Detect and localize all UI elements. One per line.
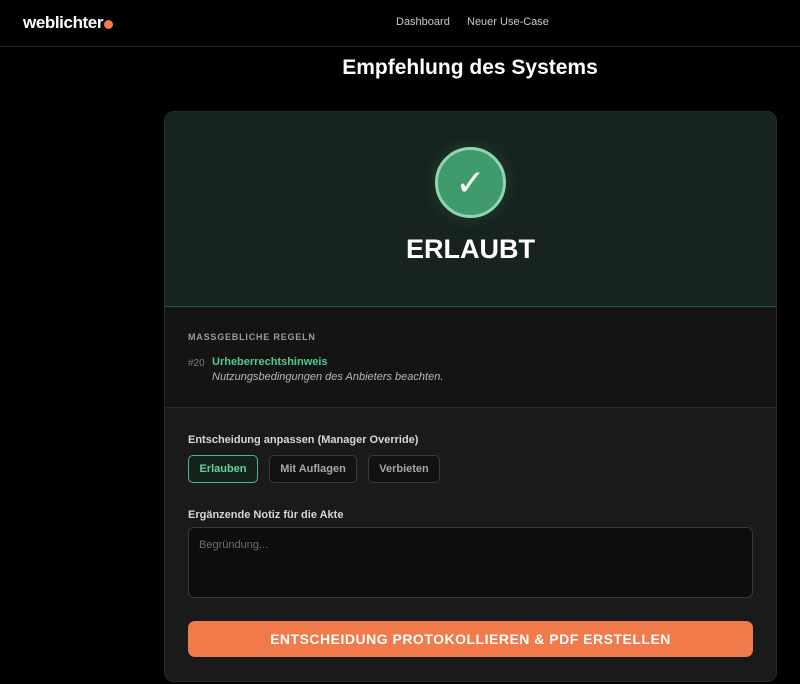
logo-text: weblichter — [23, 13, 104, 32]
logo[interactable]: weblichter — [23, 13, 114, 33]
top-bar: weblichter Dashboard Neuer Use-Case — [0, 0, 800, 47]
rules-section: MASSGEBLICHE REGELN #20 Urheberrechtshin… — [165, 308, 776, 408]
note-textarea[interactable] — [188, 527, 753, 598]
override-label: Entscheidung anpassen (Manager Override) — [188, 434, 419, 446]
rules-label: MASSGEBLICHE REGELN — [188, 332, 316, 342]
option-erlauben-button[interactable]: Erlauben — [188, 455, 258, 483]
logo-dot-icon — [104, 19, 114, 29]
option-mit-auflagen-button[interactable]: Mit Auflagen — [269, 455, 357, 483]
rule-description: Nutzungsbedingungen des Anbieters beacht… — [212, 371, 444, 383]
submit-button[interactable]: ENTSCHEIDUNG PROTOKOLLIEREN & PDF ERSTEL… — [188, 621, 753, 657]
note-label: Ergänzende Notiz für die Akte — [188, 509, 344, 521]
rule-number: #20 — [188, 358, 205, 369]
recommendation-card: ✓ ERLAUBT MASSGEBLICHE REGELN #20 Urhebe… — [164, 111, 777, 682]
nav-link-dashboard[interactable]: Dashboard — [396, 16, 450, 28]
nav-link-new-use-case[interactable]: Neuer Use-Case — [467, 16, 549, 28]
option-verbieten-button[interactable]: Verbieten — [368, 455, 440, 483]
page-title: Empfehlung des Systems — [342, 56, 598, 79]
checkmark-icon: ✓ — [435, 147, 506, 218]
rule-title: Urheberrechtshinweis — [212, 356, 328, 368]
result-banner: ✓ ERLAUBT — [165, 112, 776, 307]
verdict-text: ERLAUBT — [406, 234, 535, 264]
